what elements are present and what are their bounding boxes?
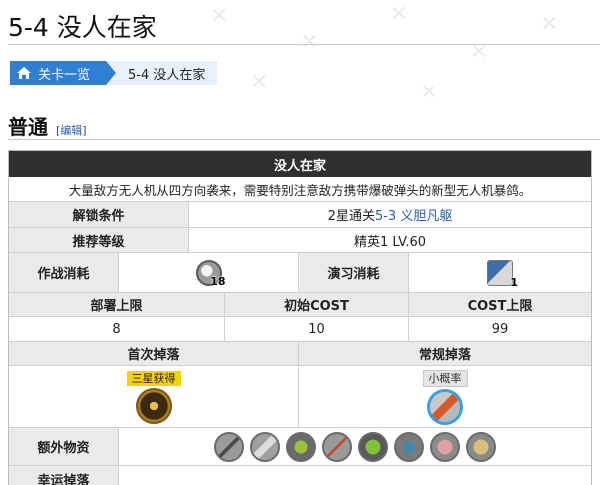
section-divider: [8, 139, 600, 140]
stats-value-row: 8 10 99: [9, 317, 591, 342]
first-drop-tag: 三星获得: [126, 370, 181, 386]
practice-plan-icon[interactable]: 1: [487, 259, 518, 289]
section-title: 普通: [8, 115, 48, 139]
section-heading: 普通 [编辑]: [8, 111, 87, 140]
stage-infobox: 没人在家 大量敌方无人机从四方向袭来，需要特别注意敌方携带爆破弹头的新型无人机暴…: [8, 150, 592, 485]
practice-cost-count: 1: [510, 275, 518, 289]
initial-cost-value: 10: [225, 317, 409, 341]
unlock-prefix: 2星通关: [327, 209, 375, 224]
page-title: 5-4 没人在家: [8, 13, 157, 42]
drop-content-row: 三星获得 小概率: [9, 366, 591, 428]
cost-limit-value: 99: [491, 321, 509, 337]
breadcrumb-current: 5-4 没人在家: [106, 61, 218, 85]
stats-header-row: 部署上限 初始COST COST上限: [9, 293, 591, 317]
recommend-row: 推荐等级 精英1 LV.60: [9, 228, 591, 253]
cost-row: 作战消耗 18 演习消耗 1: [9, 253, 591, 293]
edit-link-wrapper: [编辑]: [56, 122, 87, 138]
lucky-drop-row: 幸运掉落: [9, 466, 591, 485]
unlock-stage-link[interactable]: 5-3 义胆凡躯: [375, 205, 452, 224]
orundum-icon[interactable]: [135, 387, 172, 424]
gear-material-icon[interactable]: [394, 431, 424, 462]
extra-row: 额外物资: [9, 428, 591, 466]
chip-icon[interactable]: [358, 431, 388, 462]
title-divider: [8, 44, 600, 45]
breadcrumb-home-link[interactable]: 关卡一览: [10, 61, 117, 85]
regular-drop-tag: 小概率: [422, 369, 468, 387]
unlock-value: 2星通关 5-3 义胆凡躯: [189, 202, 591, 227]
combat-cost-count: 18: [210, 274, 226, 288]
deploy-limit-value: 8: [9, 317, 225, 341]
lucky-drop-value: [119, 466, 591, 485]
ore-icon[interactable]: [466, 431, 496, 462]
recommend-value: 精英1 LV.60: [353, 234, 427, 250]
lucky-drop-label: 幸运掉落: [9, 466, 119, 485]
unlock-row: 解锁条件 2星通关 5-3 义胆凡躯: [9, 202, 591, 228]
drop-header-row: 首次掉落 常规掉落: [9, 342, 591, 366]
extra-label: 额外物资: [9, 428, 119, 465]
practice-cost-value: 1: [409, 253, 591, 292]
sanity-icon[interactable]: 18: [195, 259, 226, 288]
brick-icon[interactable]: [430, 431, 460, 462]
practice-cost-label: 演习消耗: [299, 253, 409, 292]
unlock-label: 解锁条件: [9, 202, 189, 227]
combat-cost-value: 18: [119, 253, 299, 292]
stage-description: 大量敌方无人机从四方向袭来，需要特别注意敌方携带爆破弹头的新型无人机暴鸽。: [9, 177, 591, 202]
syringe-icon[interactable]: [322, 431, 352, 462]
edit-bracket-close: ]: [82, 124, 87, 137]
edit-link[interactable]: 编辑: [60, 124, 82, 137]
breadcrumb: 关卡一览 5-4 没人在家: [10, 61, 218, 85]
battery-icon[interactable]: [286, 431, 316, 462]
regular-drop-header: 常规掉落: [299, 342, 591, 365]
infobox-title: 没人在家: [9, 151, 591, 177]
cost-limit-header: COST上限: [409, 293, 591, 316]
metal-rod-icon[interactable]: [214, 431, 244, 462]
initial-cost-header: 初始COST: [225, 293, 409, 316]
home-icon: [17, 67, 31, 79]
polyketone-icon[interactable]: [250, 431, 280, 462]
extra-items: [119, 428, 591, 465]
first-drop-header: 首次掉落: [9, 342, 299, 365]
deploy-limit-header: 部署上限: [9, 293, 225, 316]
breadcrumb-home-label: 关卡一览: [38, 67, 91, 83]
first-drop-cell: 三星获得: [9, 366, 299, 428]
regular-drop-cell: 小概率: [299, 366, 591, 428]
combat-cost-label: 作战消耗: [9, 253, 119, 292]
recommend-label: 推荐等级: [9, 228, 189, 252]
device-material-icon[interactable]: [427, 388, 463, 425]
